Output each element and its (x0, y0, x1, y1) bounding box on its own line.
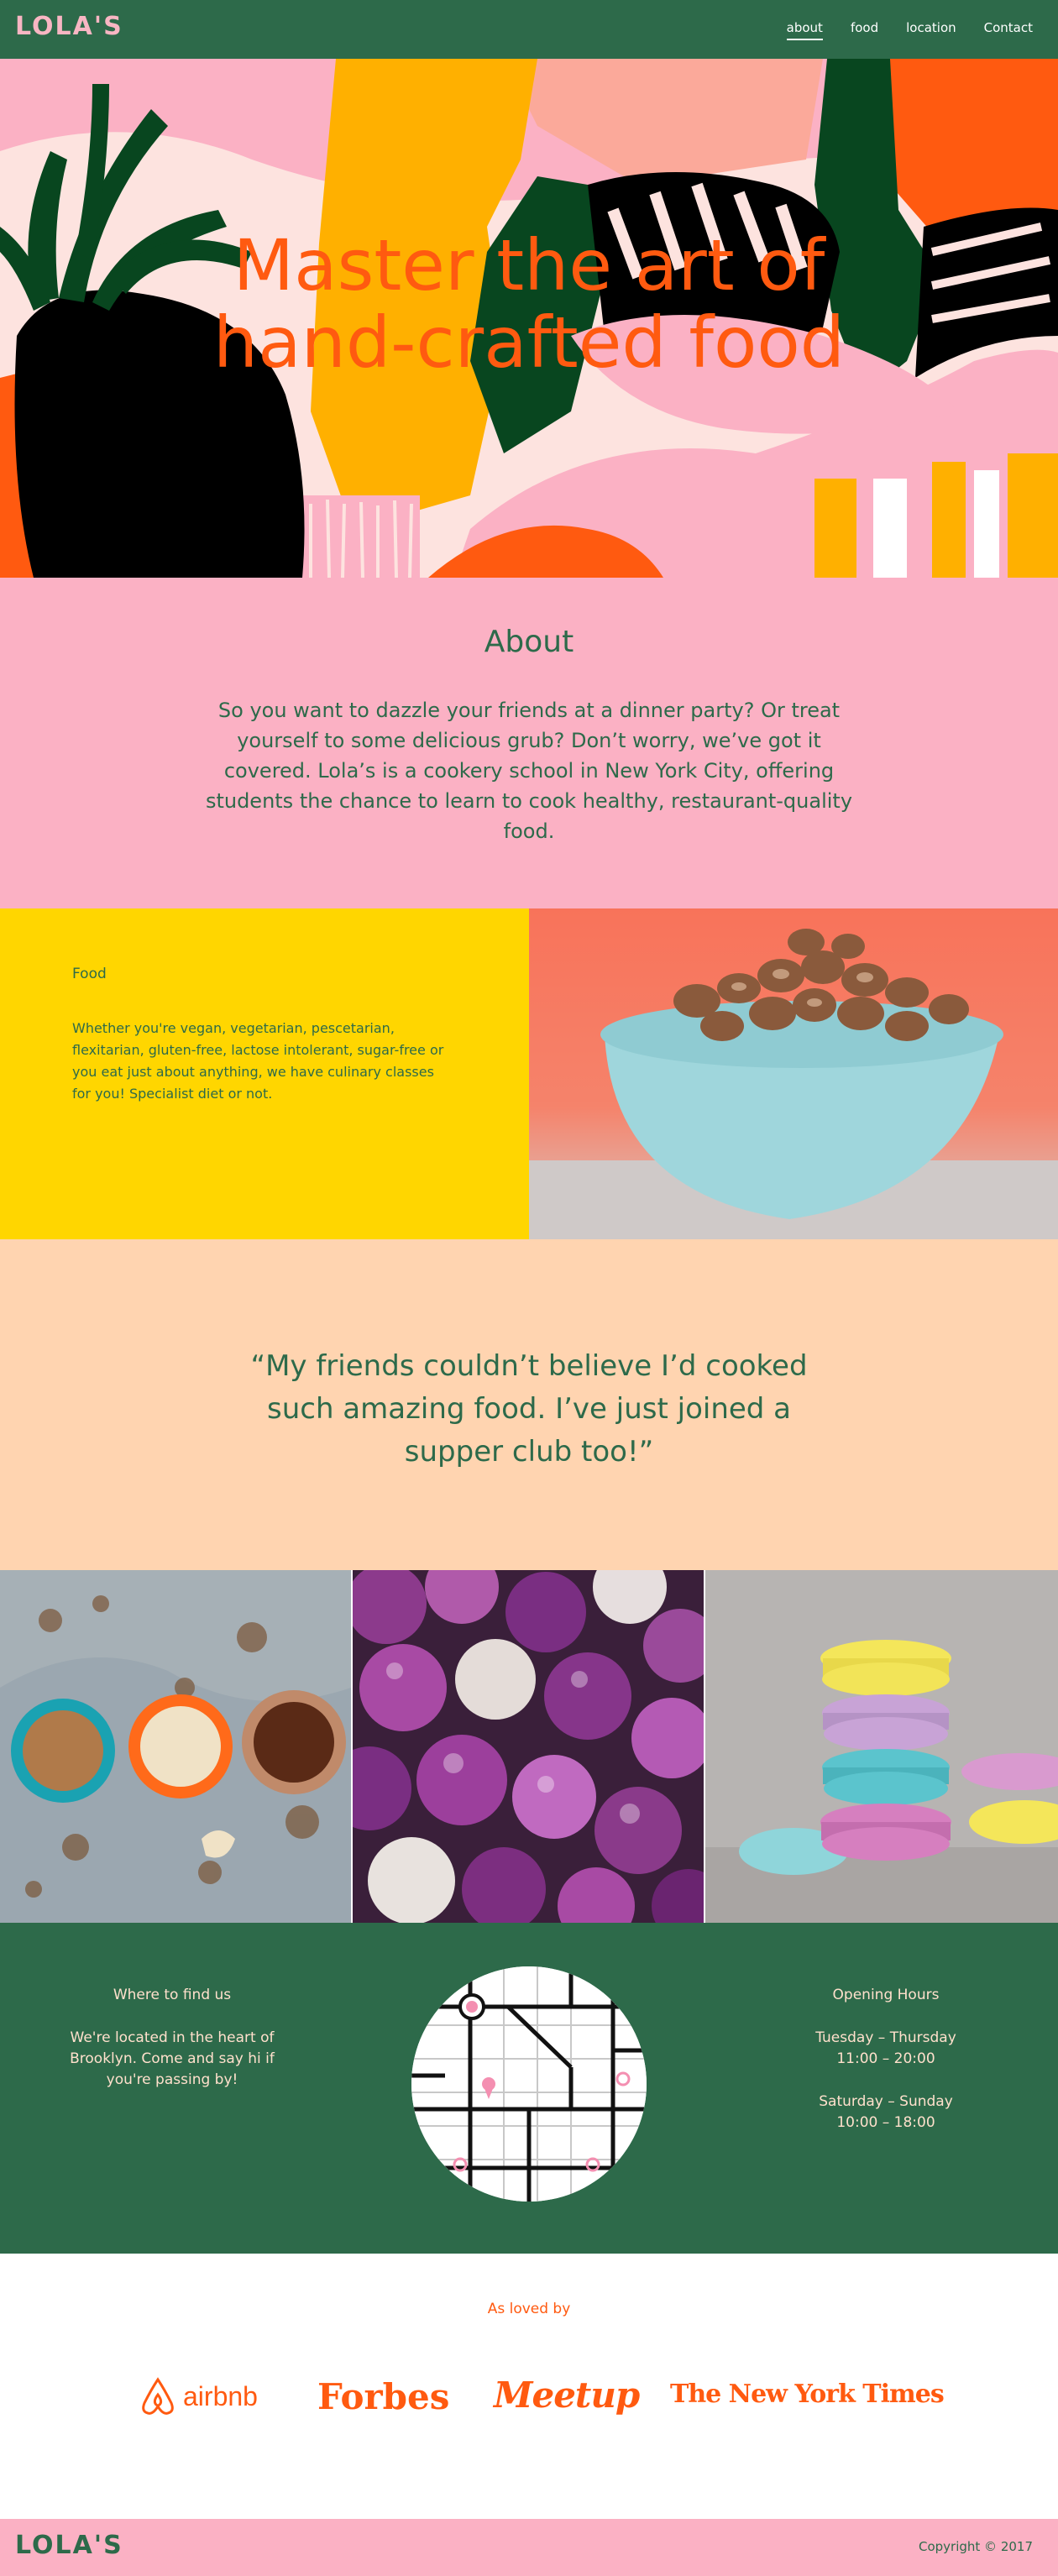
press-heading: As loved by (487, 2301, 571, 2317)
hours-weekday-label: Tuesday – Thursday (815, 2029, 956, 2046)
info-section: Where to find us We're located in the he… (0, 1923, 1058, 2254)
hero: Master the art of hand-crafted food (0, 59, 1058, 578)
top-nav: LOLA'S about food location Contact (0, 0, 1058, 59)
hours-weekday-time: 11:00 – 20:00 (836, 2050, 935, 2067)
press-section: As loved by airbnb Forbes Meetup The New… (0, 2254, 1058, 2519)
hero-title: Master the art of hand-crafted food (0, 227, 1058, 381)
footer: LOLA'S Copyright © 2017 (0, 2519, 1058, 2576)
opening-hours-column: Opening Hours Tuesday – Thursday 11:00 –… (781, 1985, 991, 2134)
location-column: Where to find us We're located in the he… (50, 1985, 294, 2091)
about-heading: About (484, 625, 574, 659)
nav-link-location[interactable]: location (906, 20, 956, 40)
nav-link-contact[interactable]: Contact (984, 20, 1033, 40)
forbes-logo[interactable]: Forbes (317, 2376, 449, 2417)
hours-spacer (781, 2070, 991, 2092)
about-section: About So you want to dazzle your friends… (0, 578, 1058, 908)
location-body: We're located in the heart of Brooklyn. … (70, 2029, 275, 2088)
food-text-panel: Food Whether you're vegan, vegetarian, p… (0, 908, 529, 1239)
testimonial-section: “My friends couldn’t believe I’d cooked … (0, 1239, 1058, 1570)
gallery-macarons-photo (705, 1570, 1058, 1923)
hours-weekend-time: 10:00 – 18:00 (836, 2114, 935, 2131)
food-heading: Food (72, 966, 107, 982)
almonds-bowl-photo (529, 908, 1058, 1239)
nav-link-about[interactable]: about (786, 20, 823, 40)
copyright: Copyright © 2017 (918, 2539, 1033, 2554)
airbnb-wordmark: airbnb (183, 2380, 258, 2411)
nav-link-food[interactable]: food (851, 20, 878, 40)
logo[interactable]: LOLA'S (15, 12, 123, 41)
airbnb-logo[interactable]: airbnb (139, 2376, 258, 2416)
about-body: So you want to dazzle your friends at a … (205, 699, 853, 843)
hours-heading: Opening Hours (832, 1987, 940, 2003)
gallery-nuts-photo (0, 1570, 351, 1923)
hours-weekend-label: Saturday – Sunday (819, 2093, 953, 2110)
hero-title-line1: Master the art of (233, 224, 825, 306)
meetup-logo[interactable]: Meetup (494, 2374, 640, 2416)
gallery-eggplants-photo (353, 1570, 704, 1923)
location-map[interactable] (411, 1966, 647, 2202)
nytimes-logo[interactable]: The New York Times (670, 2380, 945, 2409)
testimonial-quote: “My friends couldn’t believe I’d cooked … (250, 1349, 808, 1469)
airbnb-icon (142, 2377, 174, 2415)
location-heading: Where to find us (113, 1987, 232, 2003)
food-body: Whether you're vegan, vegetarian, pescet… (72, 1020, 444, 1102)
nav-links: about food location Contact (786, 20, 1033, 40)
footer-logo[interactable]: LOLA'S (15, 2531, 123, 2560)
food-section: Food Whether you're vegan, vegetarian, p… (0, 908, 1058, 1239)
hero-title-line2: hand-crafted food (212, 301, 846, 384)
photo-gallery (0, 1570, 1058, 1923)
